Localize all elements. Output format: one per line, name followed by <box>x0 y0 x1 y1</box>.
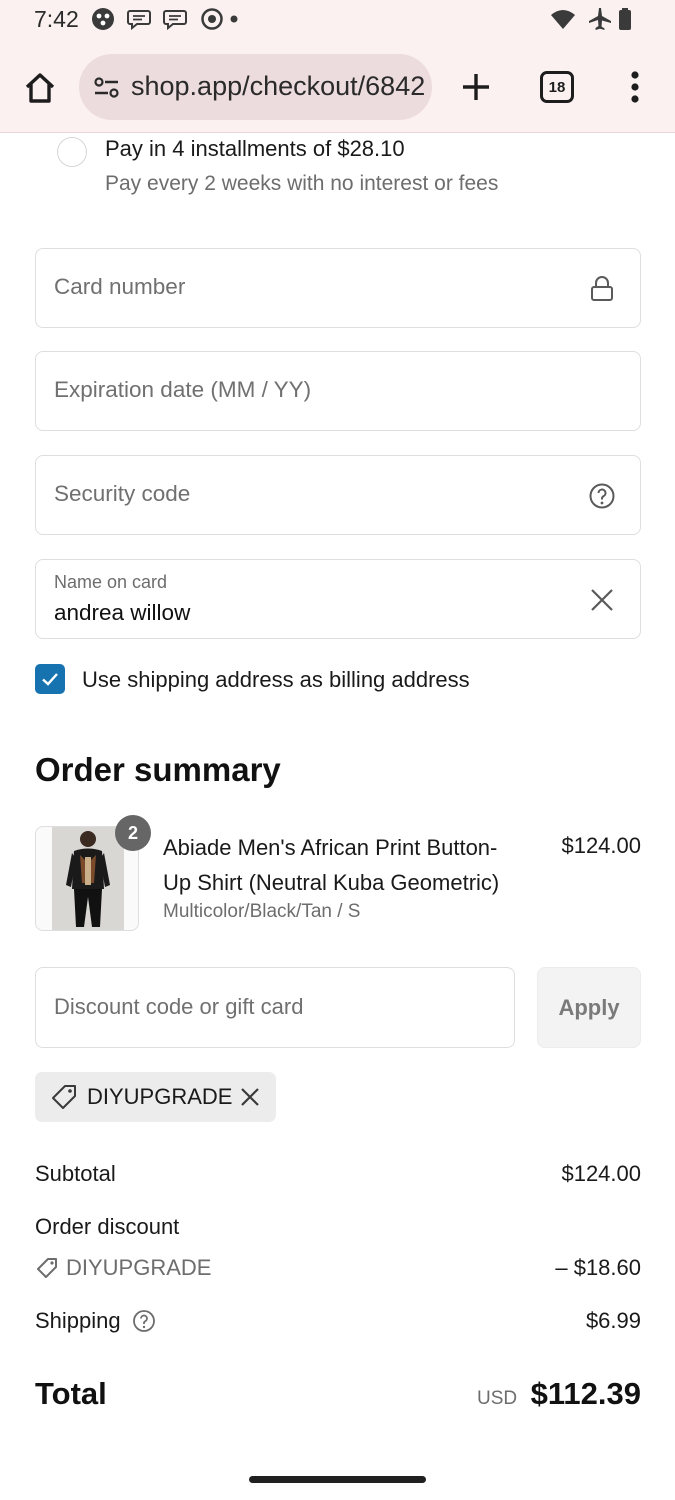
new-tab-button[interactable] <box>455 66 497 108</box>
installments-title: Pay in 4 installments of $28.10 <box>105 136 405 161</box>
airplane-mode-icon <box>589 8 611 30</box>
lock-icon <box>591 276 613 301</box>
site-settings-icon[interactable] <box>93 76 121 100</box>
browser-chrome: 7:42 shop.app/checkout/6842 18 <box>0 0 675 133</box>
tag-icon <box>52 1085 76 1109</box>
subtotal-label: Subtotal <box>35 1161 116 1186</box>
order-discount-code: DIYUPGRADE <box>66 1255 212 1280</box>
apply-button[interactable]: Apply <box>537 967 641 1048</box>
discount-code-input[interactable]: Discount code or gift card <box>35 967 515 1048</box>
wifi-icon <box>551 10 575 29</box>
checkmark-icon <box>42 673 58 686</box>
applied-discount-tag: DIYUPGRADE <box>35 1072 276 1122</box>
billing-address-checkbox[interactable] <box>35 664 65 694</box>
address-bar[interactable]: shop.app/checkout/6842 <box>79 54 432 120</box>
order-summary-title: Order summary <box>35 751 281 788</box>
order-discount-label: Order discount <box>35 1214 180 1239</box>
product-name: Abiade Men's African Print Button-Up Shi… <box>163 835 500 895</box>
quantity-badge: 2 <box>115 815 151 851</box>
total-label: Total <box>35 1376 107 1411</box>
message-icon <box>127 10 151 31</box>
help-icon[interactable] <box>132 1309 156 1333</box>
new-tab-icon <box>463 74 489 100</box>
tag-icon <box>37 1258 57 1278</box>
expiration-placeholder: Expiration date (MM / YY) <box>54 377 312 402</box>
installments-radio[interactable] <box>57 137 87 167</box>
status-time: 7:42 <box>34 6 79 32</box>
home-icon <box>25 73 55 103</box>
app-notification-icon <box>92 8 114 30</box>
more-menu-button[interactable] <box>620 66 650 108</box>
more-menu-icon <box>631 71 639 103</box>
name-on-card-value[interactable]: andrea willow <box>54 600 190 626</box>
chrome-icon <box>201 8 223 30</box>
name-on-card-field[interactable]: Name on card andrea willow <box>35 559 641 639</box>
product-price: $124.00 <box>561 833 641 858</box>
discount-placeholder: Discount code or gift card <box>54 994 304 1019</box>
notification-dot-icon <box>230 15 238 23</box>
tab-switcher-icon[interactable]: 18 <box>540 71 574 103</box>
billing-address-label[interactable]: Use shipping address as billing address <box>82 667 470 693</box>
expiration-date-field[interactable]: Expiration date (MM / YY) <box>35 351 641 431</box>
order-discount-value: – $18.60 <box>555 1255 641 1280</box>
card-number-placeholder: Card number <box>54 274 186 299</box>
tab-count: 18 <box>548 78 566 96</box>
shipping-label: Shipping <box>35 1308 121 1333</box>
installments-subtitle: Pay every 2 weeks with no interest or fe… <box>105 172 499 195</box>
battery-icon <box>619 8 631 30</box>
security-code-field[interactable]: Security code <box>35 455 641 535</box>
total-value: $112.39 <box>530 1376 641 1411</box>
subtotal-value: $124.00 <box>561 1161 641 1186</box>
message-icon <box>163 10 187 31</box>
remove-discount-icon[interactable] <box>237 1084 263 1110</box>
name-on-card-label: Name on card <box>54 572 168 592</box>
status-bar: 7:42 <box>0 0 675 40</box>
shipping-value: $6.99 <box>585 1308 641 1333</box>
url-text[interactable]: shop.app/checkout/6842 <box>131 71 425 102</box>
security-code-placeholder: Security code <box>54 481 191 506</box>
card-number-field[interactable]: Card number <box>35 248 641 328</box>
total-currency: USD <box>477 1388 518 1409</box>
gesture-nav-bar[interactable] <box>249 1476 426 1483</box>
home-button[interactable] <box>18 66 62 110</box>
product-variant: Multicolor/Black/Tan / S <box>163 901 361 922</box>
clear-icon[interactable] <box>588 586 616 614</box>
browser-toolbar: shop.app/checkout/6842 18 <box>0 52 675 122</box>
applied-discount-code: DIYUPGRADE <box>87 1084 233 1109</box>
help-icon[interactable] <box>588 482 616 510</box>
